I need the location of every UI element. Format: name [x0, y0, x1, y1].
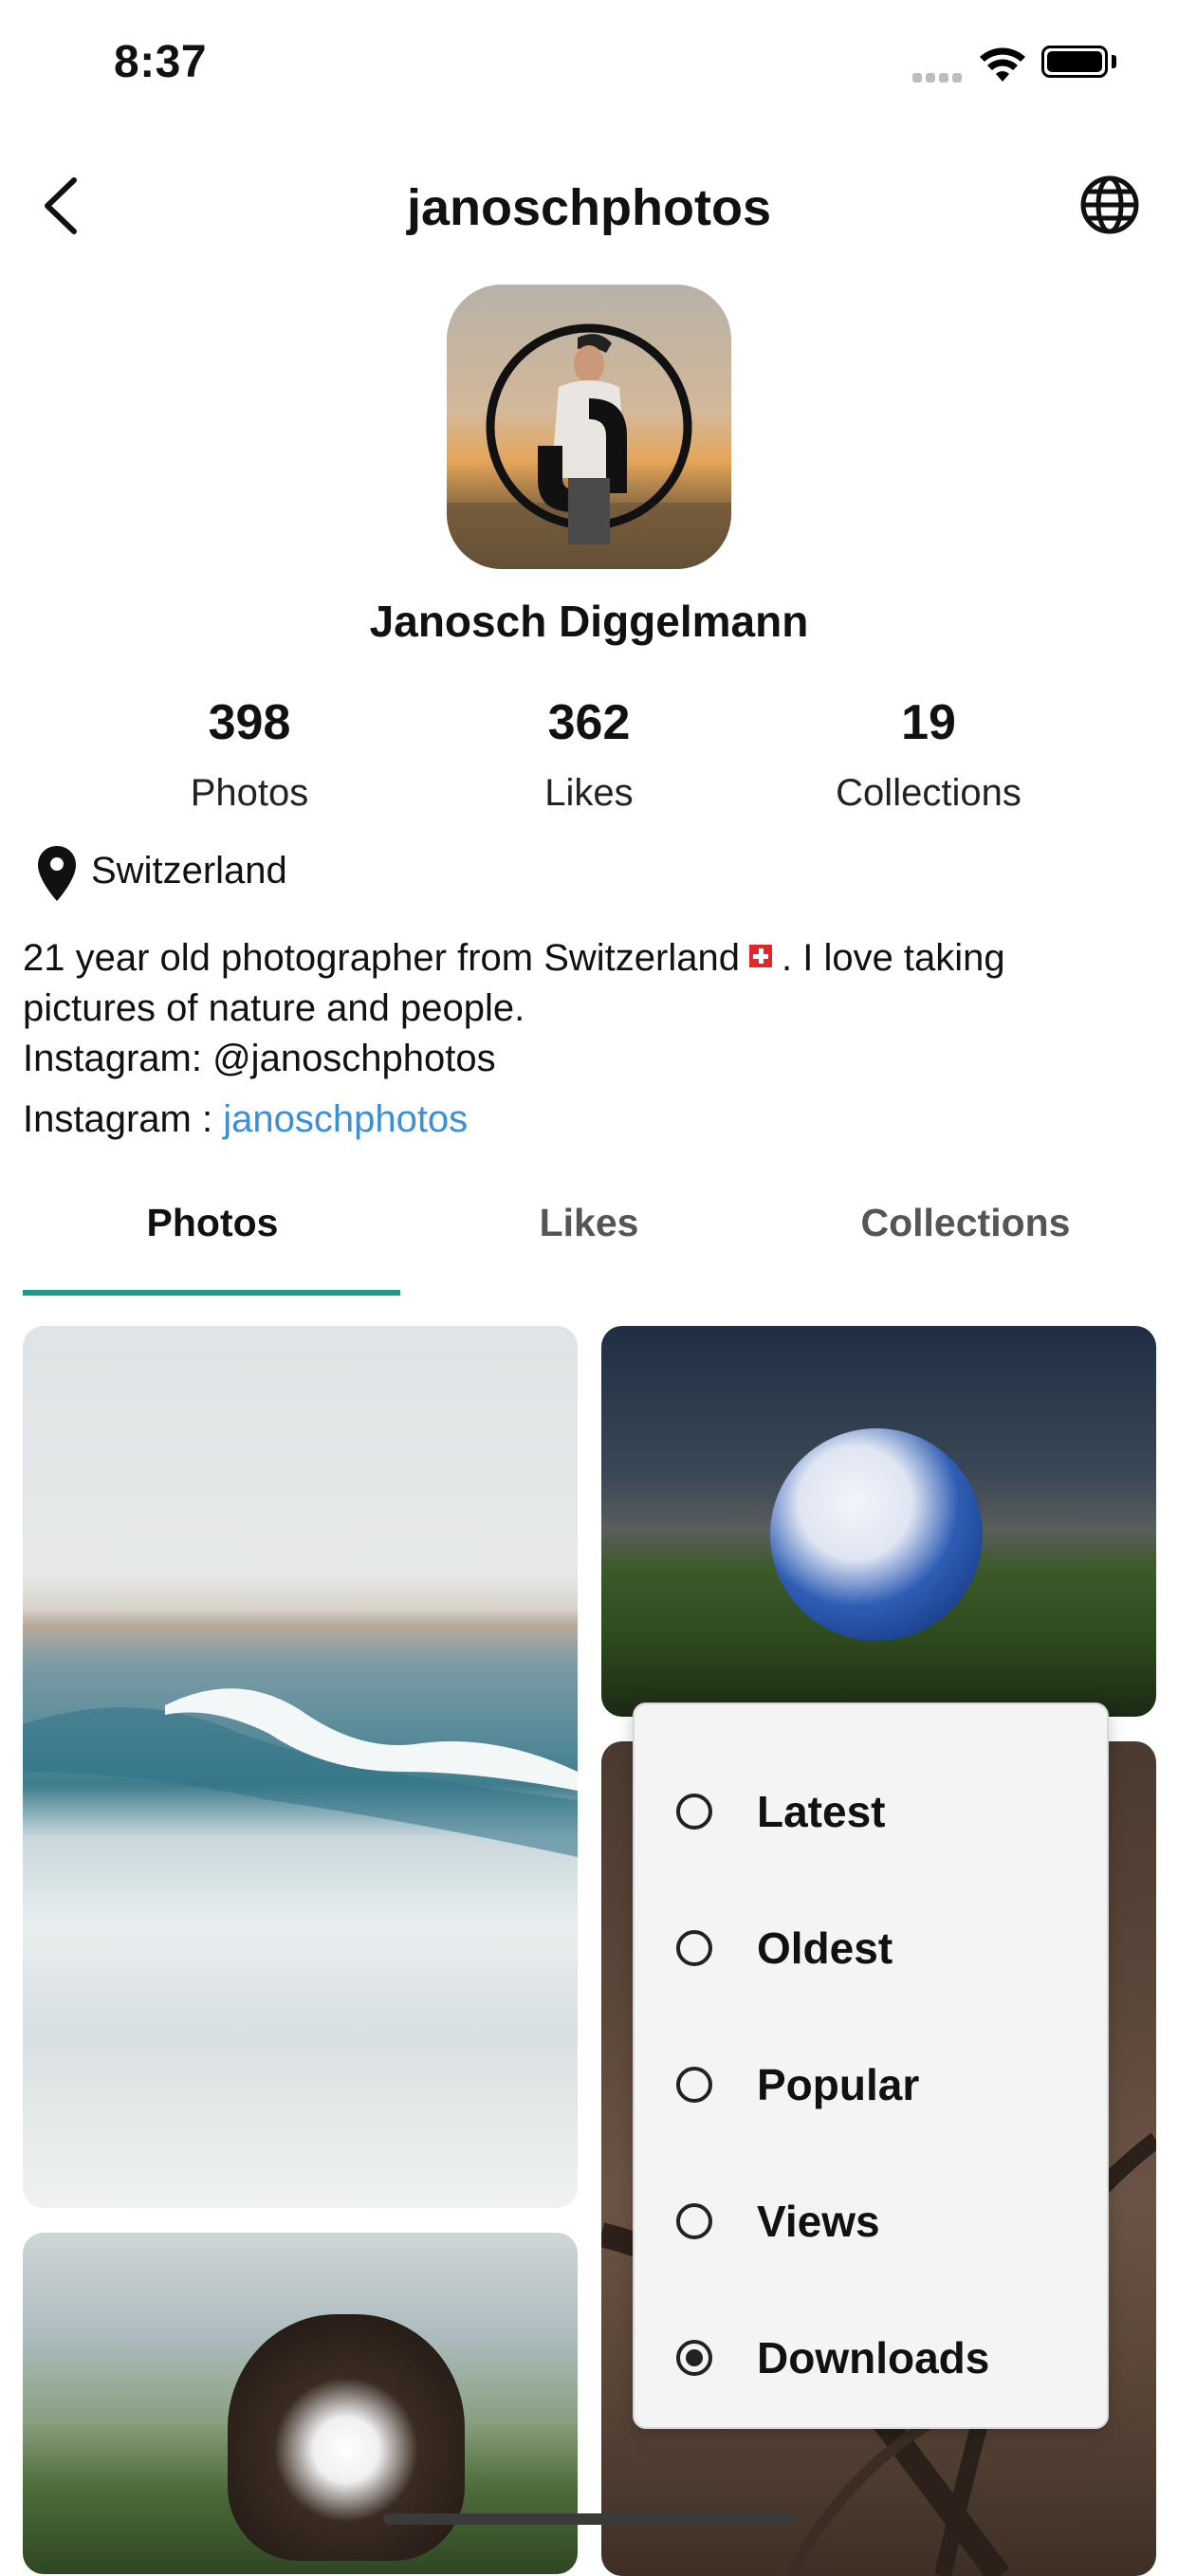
stat-value: 19 — [901, 695, 956, 750]
sort-option-popular[interactable]: Popular — [676, 2056, 919, 2113]
instagram-line: Instagram : janoschphotos — [23, 1098, 468, 1141]
sort-option-label: Oldest — [757, 1923, 893, 1973]
battery-icon — [1041, 46, 1108, 78]
radio-checked-icon[interactable] — [676, 2340, 712, 2376]
instagram-label: Instagram : — [23, 1098, 224, 1140]
sort-option-label: Latest — [757, 1787, 886, 1836]
wifi-icon — [979, 47, 1026, 88]
radio-unchecked-icon[interactable] — [676, 2067, 712, 2103]
photo-ocean-waves[interactable] — [23, 1326, 578, 2208]
globe-icon[interactable] — [1079, 175, 1140, 240]
sort-option-views[interactable]: Views — [676, 2193, 880, 2250]
stat-value: 398 — [208, 695, 291, 750]
bio-text: Instagram: @janoschphotos — [23, 1038, 496, 1079]
home-indicator[interactable] — [383, 2513, 795, 2525]
stat-likes[interactable]: 362 Likes — [447, 694, 731, 815]
stat-photos[interactable]: 398 Photos — [107, 694, 392, 815]
radio-unchecked-icon[interactable] — [676, 1794, 712, 1830]
radio-unchecked-icon[interactable] — [676, 2203, 712, 2239]
page-title: janoschphotos — [406, 179, 771, 236]
profile-name: Janosch Diggelmann — [369, 597, 809, 646]
sort-menu: Latest Oldest Popular Views Downloads — [633, 1702, 1109, 2429]
status-time: 8:37 — [114, 37, 208, 87]
location-text: Switzerland — [91, 850, 287, 892]
avatar — [447, 285, 731, 569]
tab-collections[interactable]: Collections — [776, 1201, 1155, 1245]
sort-option-downloads[interactable]: Downloads — [676, 2329, 989, 2386]
bio-text: . I love taking — [781, 937, 1005, 979]
stat-value: 362 — [547, 695, 631, 750]
tab-likes[interactable]: Likes — [399, 1201, 779, 1245]
radio-unchecked-icon[interactable] — [676, 1930, 712, 1966]
active-tab-indicator — [23, 1290, 400, 1296]
battery-tip — [1112, 55, 1116, 68]
bio-text: 21 year old photographer from Switzerlan… — [23, 937, 740, 979]
sort-option-label: Popular — [757, 2060, 920, 2109]
stat-collections[interactable]: 19 Collections — [786, 694, 1071, 815]
sort-option-latest[interactable]: Latest — [676, 1783, 885, 1840]
instagram-link[interactable]: janoschphotos — [223, 1098, 468, 1140]
bio-text: pictures of nature and people. — [23, 987, 525, 1029]
location-pin-icon — [36, 844, 78, 908]
soccer-ball-image — [770, 1428, 983, 1641]
swiss-flag-icon — [748, 945, 772, 968]
sort-option-label: Views — [757, 2197, 880, 2246]
stat-label: Collections — [836, 772, 1022, 814]
stat-label: Likes — [544, 772, 634, 814]
bio: 21 year old photographer from Switzerlan… — [23, 933, 1151, 1084]
sort-option-label: Downloads — [757, 2333, 990, 2383]
cellular-signal-icon — [912, 70, 966, 87]
tab-photos[interactable]: Photos — [23, 1201, 402, 1245]
sort-option-oldest[interactable]: Oldest — [676, 1920, 893, 1977]
stat-label: Photos — [190, 772, 309, 814]
